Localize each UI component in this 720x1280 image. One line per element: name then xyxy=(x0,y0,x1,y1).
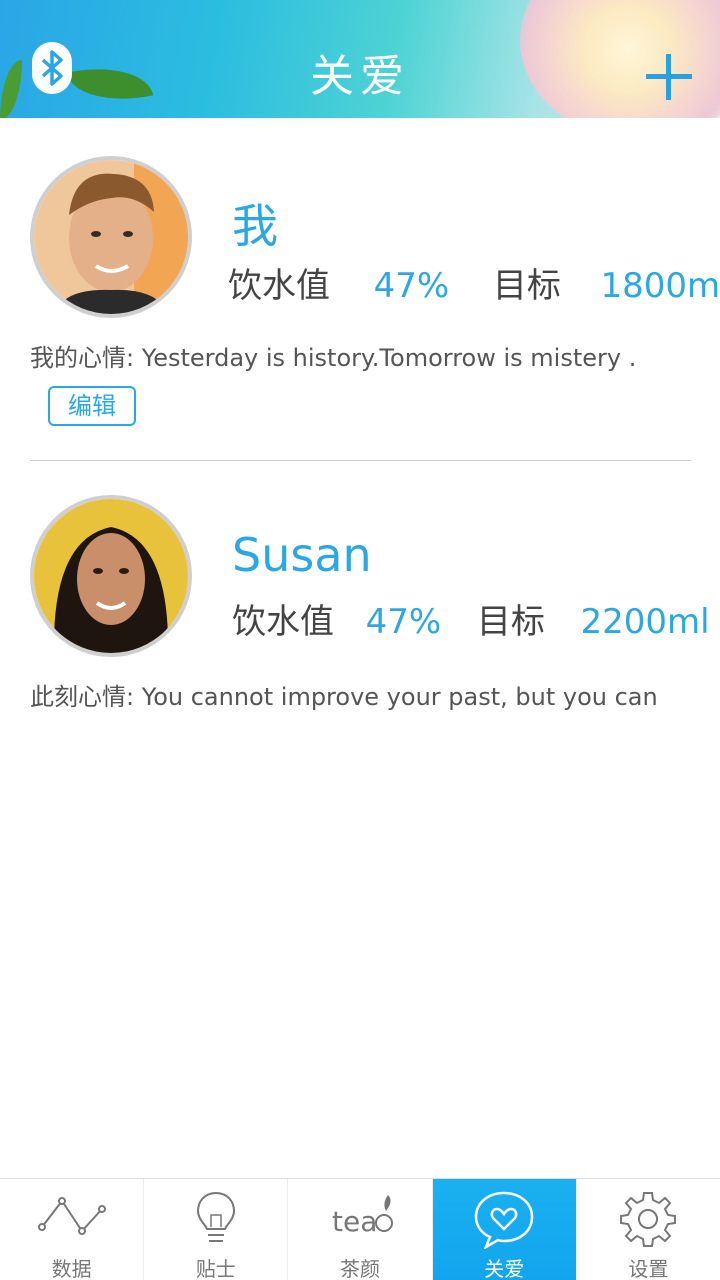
mood-line: 我的心情: Yesterday is history.Tomorrow is m… xyxy=(30,338,700,373)
tab-label: 关爱 xyxy=(484,1257,525,1280)
tab-data[interactable]: 数据 xyxy=(0,1179,145,1280)
edit-button[interactable]: 编辑 xyxy=(48,386,136,426)
add-contact-button[interactable] xyxy=(646,54,692,100)
page-title: 关爱 xyxy=(310,51,410,102)
svg-text:tea: tea xyxy=(332,1205,377,1238)
avatar[interactable] xyxy=(30,156,192,318)
water-stats: 饮水值 47% 目标 2200ml xyxy=(232,594,710,643)
tab-settings[interactable]: 设置 xyxy=(577,1179,720,1280)
lightbulb-icon xyxy=(196,1191,235,1242)
contact-name: Susan xyxy=(232,528,372,582)
mood-label: 我的心情: xyxy=(30,344,135,372)
water-label: 饮水值 xyxy=(232,602,334,642)
tab-label: 设置 xyxy=(628,1257,669,1280)
water-value: 47% xyxy=(373,266,450,306)
mood-label: 此刻心情: xyxy=(30,683,135,711)
goal-value: 1800ml xyxy=(600,266,720,306)
tab-tips[interactable]: 贴士 xyxy=(144,1179,289,1280)
tab-teao[interactable]: tea 茶颜 xyxy=(288,1179,433,1280)
water-value: 47% xyxy=(365,602,442,642)
goal-label: 目标 xyxy=(476,602,545,642)
gear-icon xyxy=(620,1192,677,1247)
goal-value: 2200ml xyxy=(580,602,710,642)
tab-label: 茶颜 xyxy=(340,1257,380,1280)
water-label: 饮水值 xyxy=(228,266,330,306)
goal-label: 目标 xyxy=(492,266,561,306)
teao-logo-icon: tea xyxy=(332,1195,393,1238)
mood-line: 此刻心情: You cannot improve your past, but … xyxy=(30,677,700,712)
heart-bubble-icon xyxy=(474,1191,534,1249)
mood-text: You cannot improve your past, but you ca… xyxy=(141,683,658,711)
water-stats: 饮水值 47% 目标 1800ml xyxy=(228,258,720,307)
mood-text: Yesterday is history.Tomorrow is mistery… xyxy=(141,344,637,372)
tab-label: 贴士 xyxy=(195,1257,236,1280)
divider xyxy=(30,460,691,461)
bottom-tab-bar: 数据 贴士 tea 茶颜 关爱 设置 xyxy=(0,1178,720,1280)
avatar[interactable] xyxy=(30,495,192,657)
contact-name: 我 xyxy=(232,199,278,253)
header-bar: 关爱 xyxy=(0,0,720,118)
tab-care[interactable]: 关爱 xyxy=(432,1179,577,1280)
line-chart-icon xyxy=(37,1197,106,1235)
tab-label: 数据 xyxy=(51,1257,92,1280)
